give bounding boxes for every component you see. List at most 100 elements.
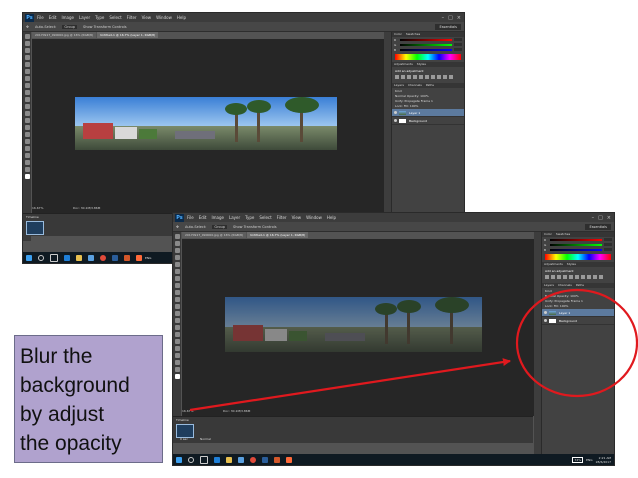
menu-filter[interactable]: Filter [277, 215, 287, 220]
opacity-input[interactable]: 100% [570, 294, 579, 298]
vibrance-icon[interactable] [569, 275, 573, 279]
canvas-area[interactable] [182, 239, 534, 416]
levels-icon[interactable] [551, 275, 555, 279]
dodge-tool[interactable] [174, 325, 180, 330]
menu-image[interactable]: Image [61, 15, 74, 20]
menu-filter[interactable]: Filter [127, 15, 137, 20]
brush-tool[interactable] [174, 283, 180, 288]
tab-layers[interactable]: Layers [542, 283, 556, 288]
brush-tool[interactable] [24, 83, 30, 88]
brightness-icon[interactable] [395, 75, 399, 79]
tab-swatches[interactable]: Swatches [554, 232, 572, 237]
hue-icon[interactable] [425, 75, 429, 79]
color-spectrum[interactable] [395, 54, 461, 60]
start-windows-icon[interactable] [176, 456, 182, 463]
menu-file[interactable]: File [187, 215, 194, 220]
menu-help[interactable]: Help [327, 215, 336, 220]
mail-icon[interactable] [286, 456, 292, 463]
pen-tool[interactable] [174, 332, 180, 337]
layer-row[interactable]: Background [392, 117, 464, 125]
search-icon[interactable] [188, 456, 194, 463]
document-tab-untitled[interactable]: Untitled-1 @ 16.7% (Layer 1, RGB/8) [247, 232, 309, 238]
stamp-tool[interactable] [174, 290, 180, 295]
workspace-select[interactable]: Essentials [435, 23, 461, 30]
vibrance-icon[interactable] [419, 75, 423, 79]
blue-slider[interactable] [550, 248, 602, 251]
propagate-checkbox[interactable]: Propagate Frame 1 [404, 99, 432, 103]
lasso-tool[interactable] [24, 48, 30, 53]
crop-tool[interactable] [24, 62, 30, 67]
hand-tool[interactable] [174, 360, 180, 365]
menu-layer[interactable]: Layer [79, 15, 90, 20]
fill-input[interactable]: 100% [560, 304, 569, 308]
auto-select-checkbox[interactable]: Auto-Select: [35, 25, 56, 29]
red-value[interactable] [604, 238, 612, 241]
opacity-input[interactable]: 100% [420, 94, 429, 98]
menu-edit[interactable]: Edit [199, 215, 207, 220]
quick-select-tool[interactable] [24, 55, 30, 60]
gradient-tool[interactable] [174, 311, 180, 316]
dodge-tool[interactable] [24, 125, 30, 130]
menu-view[interactable]: View [292, 215, 302, 220]
visibility-eye-icon[interactable] [544, 319, 547, 322]
tab-paths[interactable]: Paths [424, 83, 436, 88]
menu-help[interactable]: Help [177, 15, 186, 20]
levels-icon[interactable] [401, 75, 405, 79]
green-slider[interactable] [400, 43, 452, 46]
shape-tool[interactable] [174, 353, 180, 358]
tab-paths[interactable]: Paths [574, 283, 586, 288]
tab-color[interactable]: Color [542, 232, 554, 237]
healing-tool[interactable] [174, 276, 180, 281]
layer-row[interactable]: Layer 1 [542, 309, 614, 317]
blue-value[interactable] [454, 48, 462, 51]
menu-window[interactable]: Window [156, 15, 172, 20]
history-brush-tool[interactable] [174, 297, 180, 302]
powerpoint-icon[interactable] [124, 254, 130, 261]
store-icon[interactable] [88, 254, 94, 261]
chrome-icon[interactable] [100, 254, 106, 261]
edge-icon[interactable] [214, 456, 220, 463]
file-explorer-icon[interactable] [76, 254, 82, 261]
blend-mode-select[interactable]: Normal [545, 294, 556, 298]
red-slider[interactable] [550, 238, 602, 241]
taskbar-clock[interactable]: 2:21 AM 28/6/2017 [596, 456, 611, 464]
layer-filter-kind[interactable]: Kind [545, 289, 611, 293]
visibility-eye-icon[interactable] [394, 111, 397, 114]
gradient-tool[interactable] [24, 111, 30, 116]
start-windows-icon[interactable] [26, 254, 32, 261]
document-tab-untitled[interactable]: Untitled-1 @ 16.7% (Layer 1, RGB/8) [97, 32, 159, 38]
green-slider[interactable] [550, 243, 602, 246]
document-tab-photo[interactable]: 20170917_090000.jpg @ 16% (RGB/8) [182, 232, 247, 238]
tab-layers[interactable]: Layers [392, 83, 406, 88]
exposure-icon[interactable] [563, 275, 567, 279]
black-white-icon[interactable] [437, 75, 441, 79]
menu-view[interactable]: View [142, 15, 152, 20]
maximize-icon[interactable]: □ [598, 215, 603, 221]
green-value[interactable] [604, 243, 612, 246]
edge-icon[interactable] [64, 254, 70, 261]
layer-row[interactable]: Layer 1 [392, 109, 464, 117]
timeline-frame[interactable] [26, 221, 44, 235]
eyedropper-tool[interactable] [24, 69, 30, 74]
red-value[interactable] [454, 38, 462, 41]
timeline-frame[interactable] [176, 424, 194, 438]
menu-select[interactable]: Select [259, 215, 271, 220]
curves-icon[interactable] [557, 275, 561, 279]
task-view-icon[interactable] [50, 253, 58, 262]
menu-select[interactable]: Select [109, 15, 121, 20]
visibility-eye-icon[interactable] [544, 311, 547, 314]
maximize-icon[interactable]: □ [448, 15, 453, 21]
move-tool-icon[interactable]: ✥ [26, 25, 29, 29]
visibility-eye-icon[interactable] [394, 119, 397, 122]
blue-slider[interactable] [400, 48, 452, 51]
red-slider[interactable] [400, 38, 452, 41]
healing-tool[interactable] [24, 76, 30, 81]
eraser-tool[interactable] [174, 304, 180, 309]
menu-type[interactable]: Type [95, 15, 104, 20]
foreground-color-swatch[interactable] [174, 374, 180, 379]
store-icon[interactable] [238, 456, 244, 463]
auto-select-checkbox[interactable]: Auto-Select: [185, 225, 206, 229]
hand-tool[interactable] [24, 160, 30, 165]
blur-tool[interactable] [174, 318, 180, 323]
chrome-icon[interactable] [250, 456, 256, 463]
